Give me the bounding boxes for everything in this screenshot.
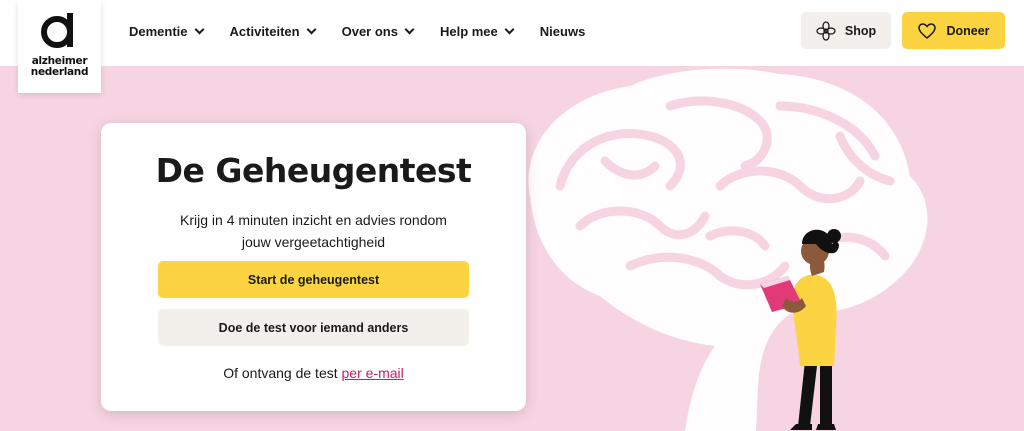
nav-item-label: Over ons xyxy=(341,23,398,39)
brain-illustration xyxy=(528,68,928,431)
start-test-button[interactable]: Start de geheugentest xyxy=(158,261,469,298)
chevron-down-icon xyxy=(504,24,515,34)
site-header: alzheimer nederland Dementie Activiteite… xyxy=(0,0,1024,93)
nav-item-help-mee[interactable]: Help mee xyxy=(439,23,515,39)
email-link[interactable]: per e-mail xyxy=(342,365,404,381)
heart-icon xyxy=(918,22,937,39)
donate-button[interactable]: Doneer xyxy=(902,12,1005,49)
chevron-down-icon xyxy=(194,24,204,34)
test-for-someone-else-button[interactable]: Doe de test voor iemand anders xyxy=(158,309,469,346)
memory-test-card: De Geheugentest Krijg in 4 minuten inzic… xyxy=(101,123,526,411)
shop-label: Shop xyxy=(844,23,877,38)
nav-item-over-ons[interactable]: Over ons xyxy=(341,23,415,39)
email-option-text: Of ontvang de test xyxy=(223,365,338,381)
nav-item-label: Help mee xyxy=(439,23,498,39)
main-nav: Dementie Activiteiten Over ons Help mee … xyxy=(129,0,612,62)
nav-item-activiteiten[interactable]: Activiteiten xyxy=(229,23,317,39)
nav-item-label: Dementie xyxy=(129,23,188,39)
alzheimer-nederland-logo[interactable]: alzheimer nederland xyxy=(18,0,101,93)
card-subtitle: Krijg in 4 minuten inzicht en advies ron… xyxy=(180,212,447,250)
chevron-down-icon xyxy=(404,24,415,34)
nav-item-nieuws[interactable]: Nieuws xyxy=(540,24,586,39)
card-title: De Geheugentest xyxy=(155,151,472,190)
nav-item-label: Nieuws xyxy=(539,23,586,39)
email-option: Of ontvang de test per e-mail xyxy=(101,365,526,381)
shop-button[interactable]: Shop xyxy=(801,12,891,49)
donate-label: Doneer xyxy=(946,23,990,38)
nav-item-dementie[interactable]: Dementie xyxy=(129,23,204,39)
chevron-down-icon xyxy=(306,24,317,34)
nav-item-label: Activiteiten xyxy=(229,23,300,39)
flower-icon xyxy=(816,20,836,41)
logo-text: alzheimer nederland xyxy=(30,55,89,78)
logo-a-icon xyxy=(41,13,73,48)
